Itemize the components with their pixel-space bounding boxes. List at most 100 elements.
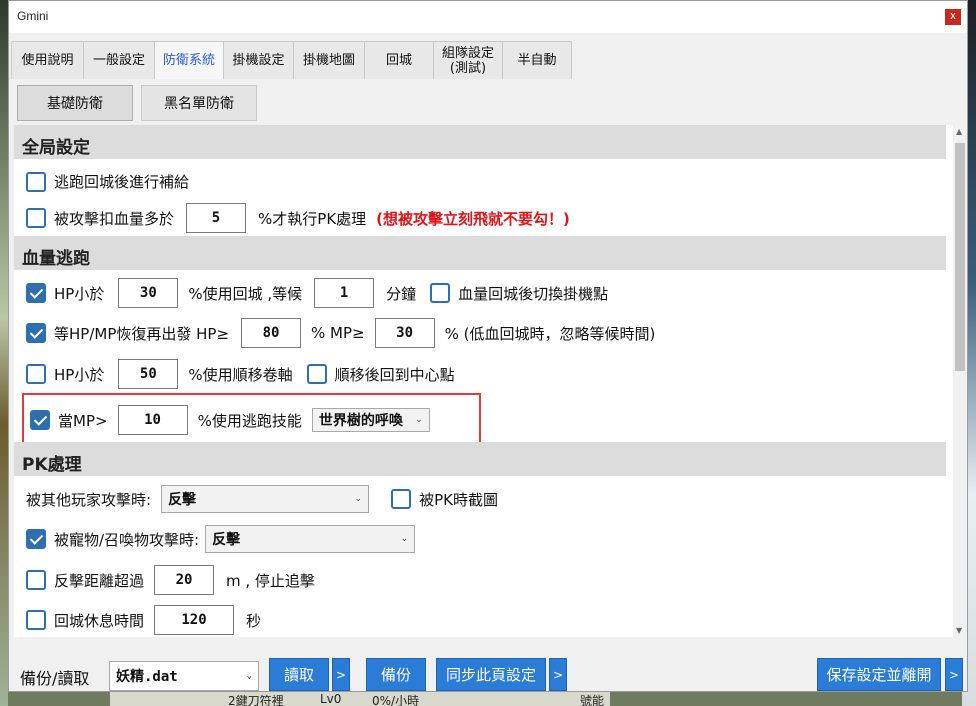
background-game-strip: 2鍵刀符裡 Lv0 0%/小時 號能 (110, 690, 610, 706)
chevron-down-icon: ⌄ (400, 534, 409, 544)
bg-text-4: 號能 (580, 694, 605, 706)
pk-player-row: 被其他玩家攻擊時: 反擊 ⌄ 被PK時截圖 (26, 485, 498, 513)
mp-skill-mid: %使用逃跑技能 (197, 411, 302, 430)
recover-row: 等HP/MP恢復再出發 HP≥ 80 % MP≥ 30 % (低血回城時，忽略等… (26, 318, 655, 348)
mp-skill-input[interactable]: 10 (117, 405, 188, 435)
bg-text-2: Lv0 (320, 692, 342, 706)
backup-button[interactable]: 備份 (366, 658, 426, 691)
hp-return-label: HP小於 (54, 284, 105, 303)
pk-player-value: 反擊 (168, 492, 197, 508)
pk-distance-label: 反擊距離超過 (54, 571, 145, 590)
recover-mid: % MP≥ (311, 324, 365, 342)
scroll-down-icon[interactable]: ▼ (956, 626, 962, 635)
pk-pet-checkbox[interactable] (26, 529, 46, 549)
tab-party[interactable]: 組隊設定 (測試) (433, 41, 503, 79)
rest-row: 回城休息時間 120 秒 (26, 605, 261, 635)
sync-more-button[interactable]: > (549, 658, 567, 691)
wait-unit: 分鐘 (386, 284, 417, 303)
section-pk: PK處理 (14, 442, 946, 476)
pk-player-select[interactable]: 反擊 ⌄ (161, 485, 370, 513)
tab-afk-map[interactable]: 掛機地圖 (293, 41, 365, 79)
scroll-up-icon[interactable]: ▲ (956, 127, 962, 136)
hp-scroll-mid: %使用順移卷軸 (188, 365, 293, 384)
close-icon[interactable]: x (945, 9, 961, 25)
read-more-button[interactable]: > (332, 658, 350, 691)
tab-general[interactable]: 一般設定 (83, 41, 155, 79)
hp-return-input[interactable]: 30 (118, 278, 179, 308)
backup-read-label: 備份/讀取 (20, 669, 90, 688)
rest-label: 回城休息時間 (54, 611, 145, 630)
hp-scroll-input[interactable]: 50 (118, 359, 179, 389)
resupply-label: 逃跑回城後進行補給 (54, 173, 190, 191)
attacked-suffix: %才執行PK處理 (258, 209, 367, 228)
resupply-checkbox[interactable] (26, 171, 46, 192)
pk-pet-label: 被寵物/召喚物攻擊時: (54, 530, 200, 549)
return-center-checkbox[interactable] (306, 364, 327, 384)
tab-semi-auto[interactable]: 半自動 (502, 41, 572, 79)
attacked-label: 被攻擊扣血量多於 (54, 209, 175, 228)
config-file-select[interactable]: 妖精.dat ⌄ (109, 661, 259, 691)
hp-scroll-checkbox[interactable] (26, 364, 46, 384)
tab-afk-settings[interactable]: 掛機設定 (223, 41, 294, 79)
bg-text-3: 0%/小時 (372, 694, 420, 706)
tab-defense[interactable]: 防衛系統 (154, 41, 224, 79)
escape-skill-select[interactable]: 世界樹的呼喚 ⌄ (311, 408, 430, 432)
attacked-warning: (想被攻擊立刻飛就不要勾！) (376, 209, 570, 228)
pk-distance-row: 反擊距離超過 20 m , 停止追擊 (26, 565, 315, 595)
pk-pet-row: 被寵物/召喚物攻擊時: 反擊 ⌄ (26, 525, 416, 553)
mp-skill-checkbox[interactable] (30, 410, 50, 430)
config-file-value: 妖精.dat (116, 669, 178, 685)
read-button[interactable]: 讀取 (269, 658, 329, 691)
pk-screenshot-label: 被PK時截圖 (419, 490, 498, 509)
background-left (0, 0, 8, 706)
recover-hp-input[interactable]: 80 (241, 318, 302, 348)
rest-checkbox[interactable] (26, 610, 46, 630)
scroll-thumb[interactable] (955, 143, 965, 371)
switch-point-checkbox[interactable] (430, 283, 451, 303)
save-exit-button[interactable]: 保存設定並離開 (817, 658, 941, 691)
subtab-basic-defense[interactable]: 基礎防衛 (17, 85, 133, 121)
pk-pet-select[interactable]: 反擊 ⌄ (205, 525, 416, 553)
pk-distance-checkbox[interactable] (26, 570, 46, 590)
defense-subtabs: 基礎防衛 黑名單防衛 (17, 85, 257, 121)
recover-suffix: % (低血回城時，忽略等候時間) (444, 324, 656, 343)
bg-text-1: 2鍵刀符裡 (228, 694, 284, 706)
title-bar: Gmini x (9, 1, 967, 33)
attacked-checkbox[interactable] (26, 208, 46, 228)
save-more-button[interactable]: > (945, 658, 963, 691)
window-title: Gmini (17, 9, 49, 23)
section-hp-escape: 血量逃跑 (14, 236, 946, 270)
hp-return-checkbox[interactable] (26, 283, 46, 303)
pk-distance-suffix: m , 停止追擊 (226, 571, 315, 590)
attacked-percent-input[interactable]: 5 (186, 203, 247, 233)
pk-distance-input[interactable]: 20 (154, 565, 215, 595)
recover-mp-input[interactable]: 30 (374, 318, 435, 348)
panel-scrollbar[interactable]: ▲ ▼ (953, 125, 967, 637)
bottom-bar: 備份/讀取 妖精.dat ⌄ 讀取 > 備份 同步此頁設定 > 保存設定並離開 … (9, 647, 967, 691)
hp-return-row: HP小於 30 %使用回城 ,等候 1 分鐘 血量回城後切換掛機點 (26, 278, 608, 308)
pk-player-label: 被其他玩家攻擊時: (26, 490, 152, 509)
tab-return-town[interactable]: 回城 (364, 41, 434, 79)
gmini-window: Gmini x 使用說明 一般設定 防衛系統 掛機設定 掛機地圖 回城 組隊設定… (8, 0, 968, 692)
hp-return-mid: %使用回城 ,等候 (188, 284, 303, 303)
tab-usage[interactable]: 使用說明 (11, 41, 84, 79)
main-tabs: 使用說明 一般設定 防衛系統 掛機設定 掛機地圖 回城 組隊設定 (測試) 半自… (11, 41, 572, 79)
wait-minutes-input[interactable]: 1 (314, 278, 375, 308)
subtab-blacklist-defense[interactable]: 黑名單防衛 (141, 85, 257, 121)
return-center-label: 順移後回到中心點 (334, 365, 455, 384)
escape-skill-value: 世界樹的呼喚 (318, 413, 403, 429)
rest-input[interactable]: 120 (154, 605, 235, 635)
pk-pet-value: 反擊 (212, 532, 241, 548)
chevron-down-icon: ⌄ (354, 494, 363, 504)
settings-panel: 全局設定 逃跑回城後進行補給 被攻擊扣血量多於 5 %才執行PK處理 (想被攻擊… (14, 125, 967, 637)
hp-scroll-label: HP小於 (54, 365, 105, 384)
rest-suffix: 秒 (246, 611, 262, 630)
recover-label: 等HP/MP恢復再出發 HP≥ (54, 324, 230, 343)
resupply-row: 逃跑回城後進行補給 (26, 171, 189, 192)
sync-page-button[interactable]: 同步此頁設定 (436, 658, 546, 691)
recover-checkbox[interactable] (26, 323, 46, 343)
chevron-down-icon: ⌄ (246, 671, 252, 681)
pk-screenshot-checkbox[interactable] (391, 489, 412, 509)
hp-scroll-row: HP小於 50 %使用順移卷軸 順移後回到中心點 (26, 359, 455, 389)
mp-skill-row: 當MP> 10 %使用逃跑技能 世界樹的呼喚 ⌄ (30, 405, 430, 435)
